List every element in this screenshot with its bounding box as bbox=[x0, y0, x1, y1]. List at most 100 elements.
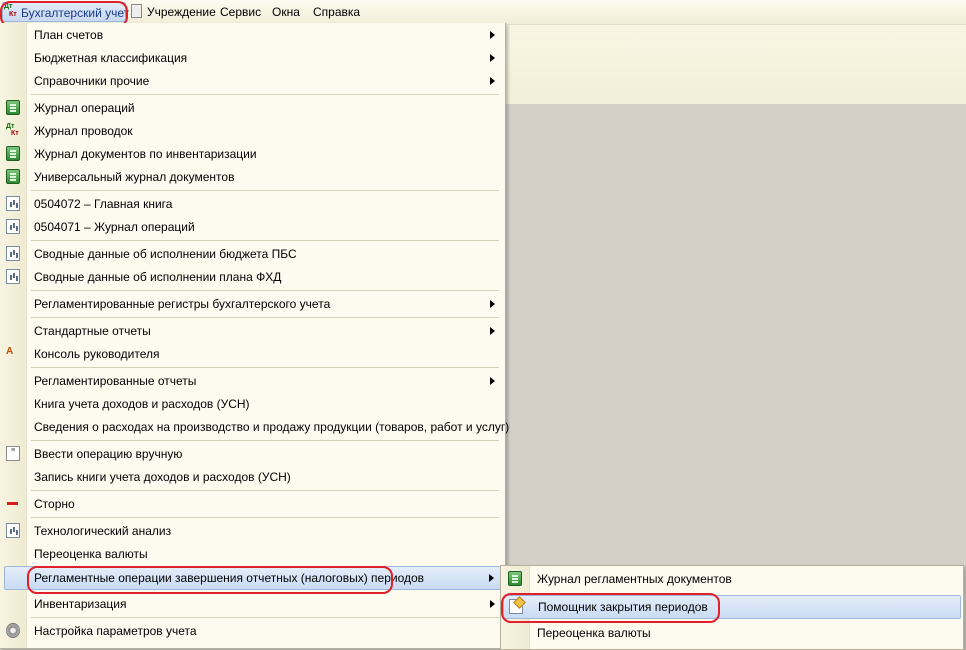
menu-institution-label: Учреждение bbox=[147, 5, 216, 19]
menu-accounting-label: Бухгалтерский учет bbox=[21, 6, 130, 20]
menu-item-label: Справочники прочие bbox=[34, 74, 150, 88]
menu-item-regulated-registers[interactable]: Регламентированные регистры бухгалтерско… bbox=[27, 293, 503, 315]
menu-help[interactable]: Справка bbox=[313, 3, 360, 21]
menu-item-tech-analysis[interactable]: Технологический анализ bbox=[6, 520, 503, 542]
wizard-icon bbox=[509, 599, 523, 614]
manual-entry-icon: ≡ bbox=[6, 446, 20, 461]
report-icon bbox=[6, 246, 20, 261]
menu-separator bbox=[31, 190, 499, 191]
menu-accounting[interactable]: Дт Кт Бухгалтерский учет bbox=[2, 2, 130, 22]
menu-item-label: Инвентаризация bbox=[34, 597, 127, 611]
journal-icon bbox=[6, 146, 20, 161]
submenu-item-label: Переоценка валюты bbox=[537, 626, 651, 640]
menu-item-budget-execution-summary[interactable]: Сводные данные об исполнении бюджета ПБС bbox=[6, 243, 503, 265]
menu-separator bbox=[31, 290, 499, 291]
menu-item-label: Консоль руководителя bbox=[34, 347, 160, 361]
submenu-arrow-icon bbox=[490, 377, 495, 385]
menu-separator bbox=[31, 94, 499, 95]
menu-item-general-ledger[interactable]: 0504072 – Главная книга bbox=[6, 193, 503, 215]
menu-separator bbox=[31, 317, 499, 318]
menu-item-operations-journal[interactable]: Журнал операций bbox=[6, 97, 503, 119]
period-closing-submenu: Журнал регламентных документов Помощник … bbox=[500, 565, 964, 650]
menu-item-period-closing-operations[interactable]: Регламентные операции завершения отчетны… bbox=[4, 566, 503, 590]
submenu-item-label: Журнал регламентных документов bbox=[537, 572, 732, 586]
menu-item-book-entry[interactable]: Запись книги учета доходов и расходов (У… bbox=[27, 466, 503, 488]
report-icon bbox=[6, 196, 20, 211]
submenu-arrow-icon bbox=[490, 31, 495, 39]
menu-windows-label: Окна bbox=[272, 5, 300, 19]
menu-separator bbox=[31, 490, 499, 491]
submenu-arrow-icon bbox=[490, 77, 495, 85]
console-icon: A bbox=[6, 346, 14, 357]
menu-item-journal-0504071[interactable]: 0504071 – Журнал операций bbox=[6, 216, 503, 238]
menu-item-inventory-docs-journal[interactable]: Журнал документов по инвентаризации bbox=[6, 143, 503, 165]
journal-icon bbox=[6, 169, 20, 184]
submenu-arrow-icon bbox=[490, 54, 495, 62]
menu-windows[interactable]: Окна bbox=[272, 3, 300, 21]
menu-item-income-expense-book[interactable]: Книга учета доходов и расходов (УСН) bbox=[27, 393, 503, 415]
menu-item-label: Бюджетная классификация bbox=[34, 51, 188, 65]
menu-item-currency-revaluation[interactable]: Переоценка валюты bbox=[27, 543, 503, 565]
menubar: Дт Кт Бухгалтерский учет Учреждение Серви… bbox=[0, 0, 966, 25]
menu-item-label: Запись книги учета доходов и расходов (У… bbox=[34, 470, 291, 484]
menu-item-label: Сведения о расходах на производство и пр… bbox=[34, 420, 510, 434]
submenu-arrow-icon bbox=[490, 300, 495, 308]
menu-item-manager-console[interactable]: A Консоль руководителя bbox=[6, 343, 503, 365]
menu-help-label: Справка bbox=[313, 5, 361, 19]
menu-item-label: Сводные данные об исполнении плана ФХД bbox=[34, 270, 282, 284]
submenu-item-regulated-docs-journal[interactable]: Журнал регламентных документов bbox=[508, 568, 960, 590]
menu-item-inventory[interactable]: Инвентаризация bbox=[27, 593, 503, 615]
menu-item-other-directories[interactable]: Справочники прочие bbox=[27, 70, 503, 92]
menu-service-label: Сервис bbox=[220, 5, 262, 19]
menu-item-label: Книга учета доходов и расходов (УСН) bbox=[34, 397, 250, 411]
menu-item-label: Сторно bbox=[34, 497, 75, 511]
accounting-dropdown-menu: План счетов Бюджетная классификация Спра… bbox=[0, 23, 509, 649]
submenu-arrow-icon bbox=[490, 600, 495, 608]
menu-item-label: Журнал операций bbox=[34, 101, 135, 115]
report-icon bbox=[6, 219, 20, 234]
journal-icon bbox=[508, 571, 522, 586]
menu-item-manual-operation[interactable]: ≡ Ввести операцию вручную bbox=[6, 443, 503, 465]
menu-item-label: Универсальный журнал документов bbox=[34, 170, 235, 184]
menu-item-label: Технологический анализ bbox=[34, 524, 172, 538]
menu-separator bbox=[31, 517, 499, 518]
menu-item-label: Стандартные отчеты bbox=[34, 324, 151, 338]
report-icon bbox=[6, 269, 20, 284]
submenu-item-period-closing-wizard[interactable]: Помощник закрытия периодов bbox=[503, 595, 961, 619]
menu-separator bbox=[31, 617, 499, 618]
menu-item-storno[interactable]: Сторно bbox=[7, 493, 503, 515]
menu-item-plan-execution-summary[interactable]: Сводные данные об исполнении плана ФХД bbox=[6, 266, 503, 288]
menu-icon-strip bbox=[0, 23, 27, 648]
menu-item-standard-reports[interactable]: Стандартные отчеты bbox=[27, 320, 503, 342]
clipboard-icon bbox=[131, 4, 142, 18]
submenu-arrow-icon bbox=[489, 574, 494, 582]
submenu-item-label: Помощник закрытия периодов bbox=[538, 600, 708, 614]
menu-item-label: Журнал проводок bbox=[34, 124, 133, 138]
menu-separator bbox=[31, 440, 499, 441]
menu-item-label: Регламентные операции завершения отчетны… bbox=[34, 571, 425, 585]
menu-item-budget-classification[interactable]: Бюджетная классификация bbox=[27, 47, 503, 69]
storno-icon bbox=[6, 496, 20, 511]
dt-kt-icon: Дт Кт bbox=[4, 3, 17, 18]
submenu-arrow-icon bbox=[490, 327, 495, 335]
report-icon bbox=[6, 523, 20, 538]
submenu-item-currency-revaluation[interactable]: Переоценка валюты bbox=[530, 622, 960, 644]
menu-service[interactable]: Сервис bbox=[220, 3, 261, 21]
menu-institution[interactable]: Учреждение bbox=[131, 3, 216, 21]
menu-item-entries-journal[interactable]: Дт Кт Журнал проводок bbox=[6, 120, 503, 142]
menu-item-universal-journal[interactable]: Универсальный журнал документов bbox=[6, 166, 503, 188]
menu-item-label: План счетов bbox=[34, 28, 104, 42]
menu-item-label: Журнал документов по инвентаризации bbox=[34, 147, 257, 161]
menu-item-label: Сводные данные об исполнении бюджета ПБС bbox=[34, 247, 297, 261]
menu-item-production-costs-info[interactable]: Сведения о расходах на производство и пр… bbox=[27, 416, 509, 438]
menu-item-label: 0504072 – Главная книга bbox=[34, 197, 173, 211]
menu-item-label: Регламентированные регистры бухгалтерско… bbox=[34, 297, 331, 311]
menu-item-label: Переоценка валюты bbox=[34, 547, 148, 561]
journal-icon bbox=[6, 100, 20, 115]
menu-item-label: Ввести операцию вручную bbox=[34, 447, 183, 461]
menu-item-regulated-reports[interactable]: Регламентированные отчеты bbox=[27, 370, 503, 392]
menu-separator bbox=[31, 240, 499, 241]
menu-item-chart-of-accounts[interactable]: План счетов bbox=[27, 24, 503, 46]
menu-item-accounting-settings[interactable]: Настройка параметров учета bbox=[6, 620, 503, 642]
gear-icon bbox=[6, 623, 20, 638]
